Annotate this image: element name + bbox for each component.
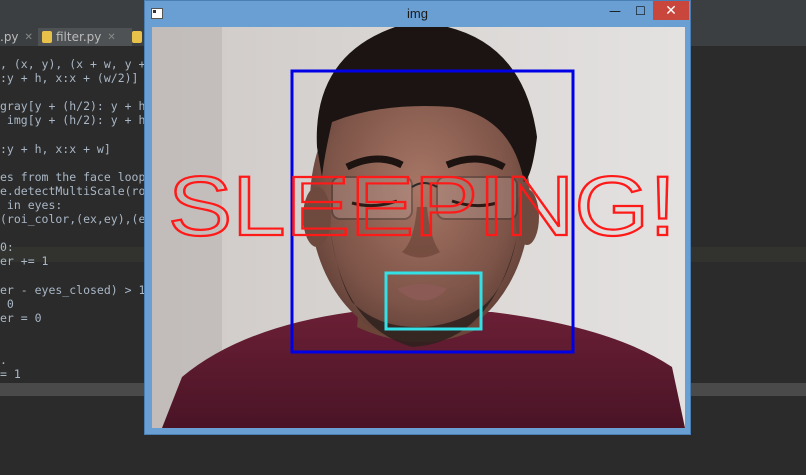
code-line: er = 0 <box>0 310 42 325</box>
code-line: = 1 <box>0 367 21 382</box>
close-icon[interactable]: ✕ <box>25 32 33 43</box>
code-line: :y + h, x:x + w] <box>0 141 111 156</box>
python-file-icon <box>42 31 52 43</box>
ide-tab-label: .py <box>0 30 19 44</box>
ide-tab-filter[interactable]: filter.py ✕ <box>38 28 132 46</box>
maximize-button[interactable]: ☐ <box>628 1 653 20</box>
sleeping-status-text: SLEEPING! <box>168 159 676 253</box>
webcam-image: SLEEPING! <box>152 27 685 428</box>
camera-frame: SLEEPING! <box>152 27 685 428</box>
close-button[interactable]: ✕ <box>653 1 689 20</box>
code-line: er - eyes_closed) > 10: <box>0 282 160 297</box>
code-line: :y + h, x:x + (w/2)] <box>0 71 139 86</box>
code-line: 0 <box>0 296 14 311</box>
code-line: es from the face loop <box>0 169 146 184</box>
code-line: er += 1 <box>0 254 49 269</box>
minimize-button[interactable]: — <box>602 1 628 20</box>
ide-tab-label: filter.py <box>56 30 102 44</box>
image-window[interactable]: img — ☐ ✕ SLEEPING! <box>144 0 691 435</box>
code-line: in eyes: <box>0 198 63 212</box>
code-line: 0: <box>0 240 14 255</box>
code-line: . <box>0 353 7 368</box>
close-icon[interactable]: ✕ <box>107 32 115 43</box>
python-file-icon <box>132 31 142 43</box>
window-titlebar[interactable]: img — ☐ ✕ <box>145 1 690 27</box>
